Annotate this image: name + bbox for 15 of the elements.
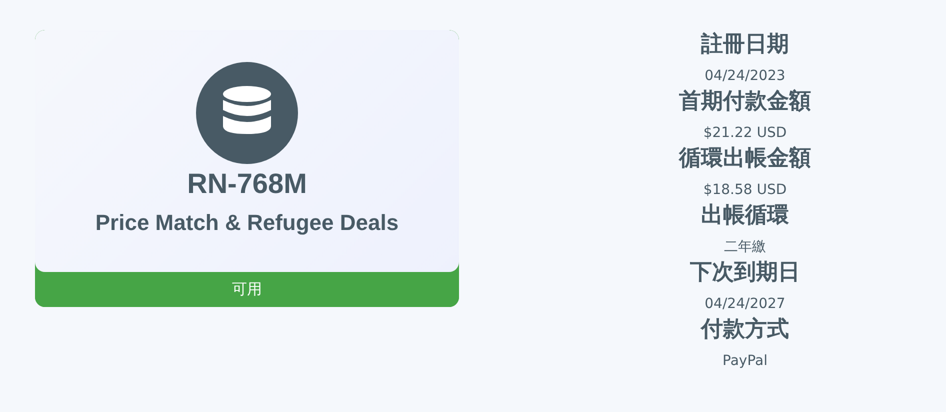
detail-label: 出帳循環 [701,201,789,229]
detail-value: $18.58 USD [703,181,787,199]
detail-label: 首期付款金額 [679,87,811,115]
detail-value: 04/24/2023 [704,67,786,85]
detail-label: 下次到期日 [690,258,800,286]
detail-label: 註冊日期 [701,30,789,58]
detail-value: $21.22 USD [703,124,787,142]
database-icon [196,62,298,164]
detail-value: 04/24/2027 [704,295,786,313]
detail-label: 循環出帳金額 [679,144,811,172]
product-name: Price Match & Refugee Deals [95,210,399,236]
detail-value: 二年繳 [724,238,766,256]
detail-value: PayPal [722,352,768,370]
detail-label: 付款方式 [701,315,789,343]
product-code: RN-768M [187,168,307,200]
